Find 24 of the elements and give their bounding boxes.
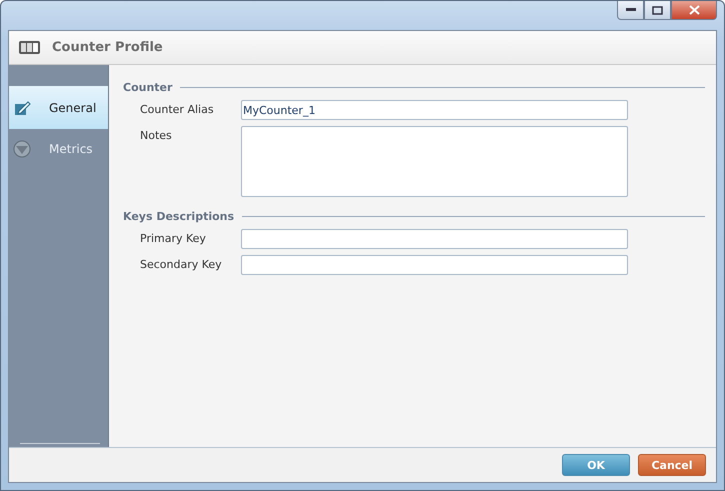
- sidebar-item[interactable]: General: [9, 86, 108, 129]
- minimize-button[interactable]: [617, 1, 644, 20]
- field-label: Counter Alias: [139, 102, 215, 116]
- ok-button[interactable]: OK: [562, 454, 630, 476]
- maximize-button[interactable]: [644, 1, 671, 20]
- close-icon: [688, 5, 700, 15]
- sidebar-item[interactable]: Metrics: [9, 129, 108, 169]
- notes-field[interactable]: [241, 126, 628, 197]
- funnel-icon: [13, 140, 31, 158]
- section-title: Keys Descriptions: [123, 210, 234, 223]
- counter-icon: [19, 41, 40, 54]
- input-field[interactable]: [241, 229, 628, 249]
- section-title: Counter: [123, 81, 172, 94]
- input-field[interactable]: [241, 255, 628, 275]
- window-title: Counter Profile: [52, 40, 163, 55]
- maximize-icon: [652, 6, 663, 14]
- field-label: Primary Key: [139, 231, 207, 245]
- cancel-button[interactable]: Cancel: [638, 454, 706, 476]
- close-button[interactable]: [671, 1, 717, 20]
- input-field[interactable]: MyCounter_1: [241, 100, 628, 120]
- minimize-icon: [626, 8, 636, 12]
- field-label: Notes: [139, 128, 173, 142]
- pencil-icon: [13, 98, 31, 116]
- field-label: Secondary Key: [139, 257, 223, 271]
